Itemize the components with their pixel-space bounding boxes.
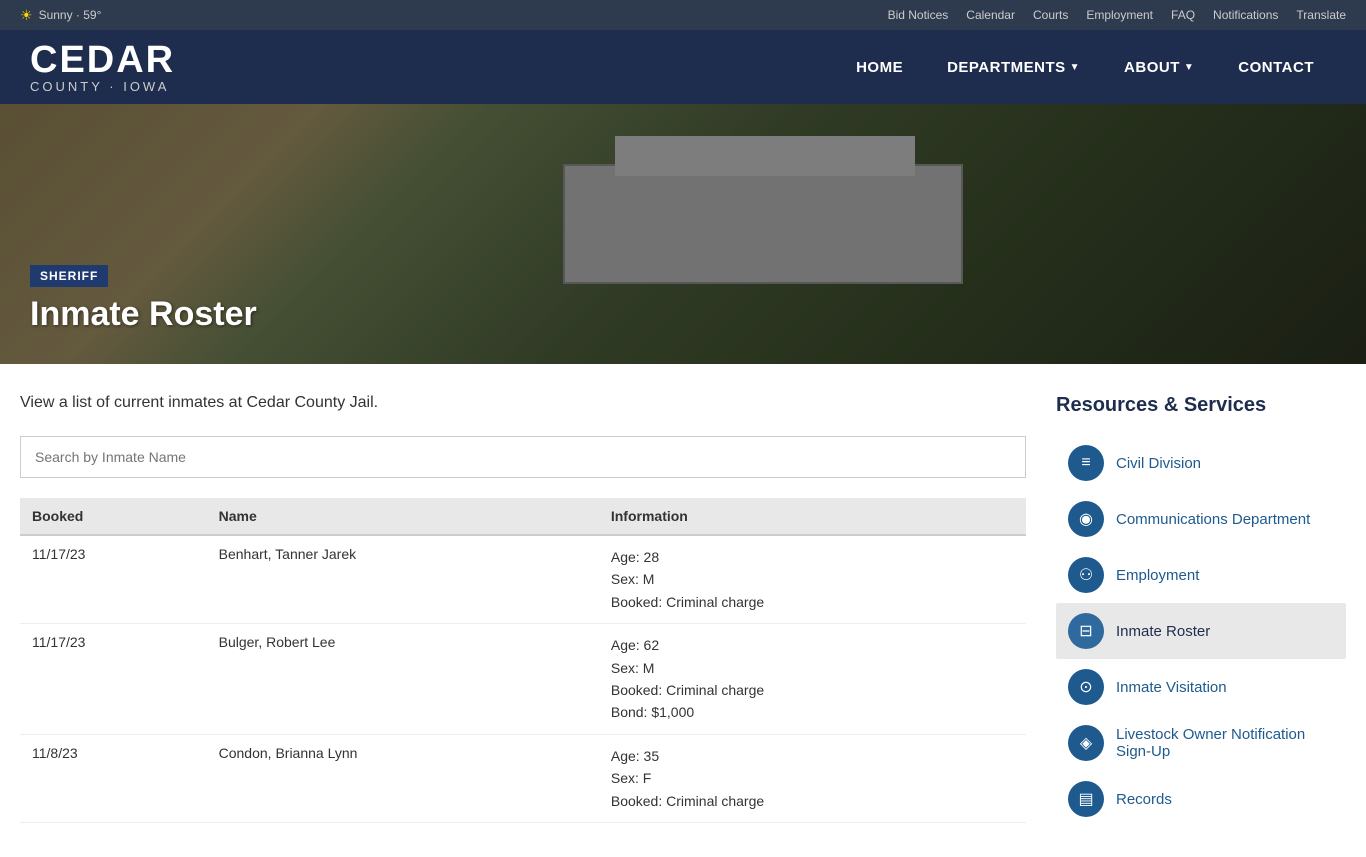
weather-icon: ☀: [20, 7, 33, 24]
cell-name: Benhart, Tanner Jarek: [207, 535, 599, 624]
info-line: Booked: Criminal charge: [611, 790, 1014, 812]
site-logo[interactable]: CEDAR COUNTY · IOWA: [30, 41, 175, 94]
cell-booked: 11/8/23: [20, 734, 207, 822]
hero-banner: SHERIFF Inmate Roster: [0, 104, 1366, 364]
sidebar-item-label: Inmate Visitation: [1116, 679, 1227, 696]
cell-booked: 11/17/23: [20, 624, 207, 735]
col-booked: Booked: [20, 498, 207, 535]
page-title: Inmate Roster: [30, 295, 257, 334]
top-nav-notifications[interactable]: Notifications: [1213, 8, 1278, 22]
info-line: Sex: F: [611, 767, 1014, 789]
table-row: 11/17/23Bulger, Robert LeeAge: 62Sex: MB…: [20, 624, 1026, 735]
cell-info: Age: 35Sex: FBooked: Criminal charge: [599, 734, 1026, 822]
inmate-table: Booked Name Information 11/17/23Benhart,…: [20, 498, 1026, 823]
top-bar: ☀ Sunny · 59° Bid Notices Calendar Court…: [0, 0, 1366, 30]
site-header: CEDAR COUNTY · IOWA HOME DEPARTMENTS ▼ A…: [0, 30, 1366, 104]
sidebar-item-label: Inmate Roster: [1116, 623, 1210, 640]
sidebar-item-label: Communications Department: [1116, 511, 1310, 528]
info-line: Booked: Criminal charge: [611, 591, 1014, 613]
sidebar-item-livestock-owner-notification-sign-up[interactable]: ◈ Livestock Owner Notification Sign-Up: [1056, 715, 1346, 771]
sidebar-item-inmate-visitation[interactable]: ⊙ Inmate Visitation: [1056, 659, 1346, 715]
sidebar-item-inmate-roster[interactable]: ⊟ Inmate Roster: [1056, 603, 1346, 659]
nav-about[interactable]: ABOUT ▼: [1102, 49, 1216, 86]
departments-arrow-icon: ▼: [1070, 62, 1080, 73]
nav-contact[interactable]: CONTACT: [1216, 49, 1336, 86]
sidebar-icon: ⊟: [1068, 613, 1104, 649]
sidebar: Resources & Services ≡ Civil Division ◉ Com…: [1056, 394, 1346, 827]
about-arrow-icon: ▼: [1184, 62, 1194, 73]
sidebar-item-employment[interactable]: ⚇ Employment: [1056, 547, 1346, 603]
cell-info: Age: 28Sex: MBooked: Criminal charge: [599, 535, 1026, 624]
sidebar-icon: ▤: [1068, 781, 1104, 817]
main-nav: HOME DEPARTMENTS ▼ ABOUT ▼ CONTACT: [834, 49, 1336, 86]
table-row: 11/17/23Benhart, Tanner JarekAge: 28Sex:…: [20, 535, 1026, 624]
cell-name: Bulger, Robert Lee: [207, 624, 599, 735]
weather-text: Sunny · 59°: [39, 8, 102, 22]
sidebar-item-civil-division[interactable]: ≡ Civil Division: [1056, 435, 1346, 491]
info-line: Age: 35: [611, 745, 1014, 767]
sidebar-item-label: Civil Division: [1116, 455, 1201, 472]
main-wrapper: View a list of current inmates at Cedar …: [0, 364, 1366, 857]
logo-title: CEDAR: [30, 41, 175, 79]
top-nav: Bid Notices Calendar Courts Employment F…: [888, 8, 1346, 22]
col-information: Information: [599, 498, 1026, 535]
top-nav-faq[interactable]: FAQ: [1171, 8, 1195, 22]
sidebar-item-records[interactable]: ▤ Records: [1056, 771, 1346, 827]
info-line: Age: 62: [611, 634, 1014, 656]
top-nav-employment[interactable]: Employment: [1086, 8, 1153, 22]
top-nav-courts[interactable]: Courts: [1033, 8, 1068, 22]
info-line: Booked: Criminal charge: [611, 679, 1014, 701]
sidebar-title: Resources & Services: [1056, 394, 1346, 417]
content-area: View a list of current inmates at Cedar …: [20, 394, 1056, 823]
col-name: Name: [207, 498, 599, 535]
top-nav-calendar[interactable]: Calendar: [966, 8, 1015, 22]
search-input[interactable]: [20, 436, 1026, 478]
sidebar-items-container: ≡ Civil Division ◉ Communications Departmen…: [1056, 435, 1346, 827]
weather-widget: ☀ Sunny · 59°: [20, 7, 101, 24]
info-line: Sex: M: [611, 657, 1014, 679]
info-line: Age: 28: [611, 546, 1014, 568]
sidebar-item-label: Livestock Owner Notification Sign-Up: [1116, 726, 1334, 760]
nav-home[interactable]: HOME: [834, 49, 925, 86]
hero-content: SHERIFF Inmate Roster: [30, 265, 257, 334]
table-row: 11/8/23Condon, Brianna LynnAge: 35Sex: F…: [20, 734, 1026, 822]
info-line: Bond: $1,000: [611, 701, 1014, 723]
cell-name: Condon, Brianna Lynn: [207, 734, 599, 822]
sidebar-item-label: Records: [1116, 791, 1172, 808]
top-nav-bid-notices[interactable]: Bid Notices: [888, 8, 949, 22]
logo-subtitle: COUNTY · IOWA: [30, 79, 175, 94]
cell-info: Age: 62Sex: MBooked: Criminal chargeBond…: [599, 624, 1026, 735]
nav-departments[interactable]: DEPARTMENTS ▼: [925, 49, 1102, 86]
sidebar-icon: ≡: [1068, 445, 1104, 481]
cell-booked: 11/17/23: [20, 535, 207, 624]
sidebar-icon: ⊙: [1068, 669, 1104, 705]
page-description: View a list of current inmates at Cedar …: [20, 394, 1026, 412]
sidebar-icon: ⚇: [1068, 557, 1104, 593]
sidebar-icon: ◉: [1068, 501, 1104, 537]
top-nav-translate[interactable]: Translate: [1296, 8, 1346, 22]
sidebar-item-communications-department[interactable]: ◉ Communications Department: [1056, 491, 1346, 547]
info-line: Sex: M: [611, 568, 1014, 590]
hero-breadcrumb: SHERIFF: [30, 265, 108, 287]
sidebar-item-label: Employment: [1116, 567, 1199, 584]
sidebar-icon: ◈: [1068, 725, 1104, 761]
